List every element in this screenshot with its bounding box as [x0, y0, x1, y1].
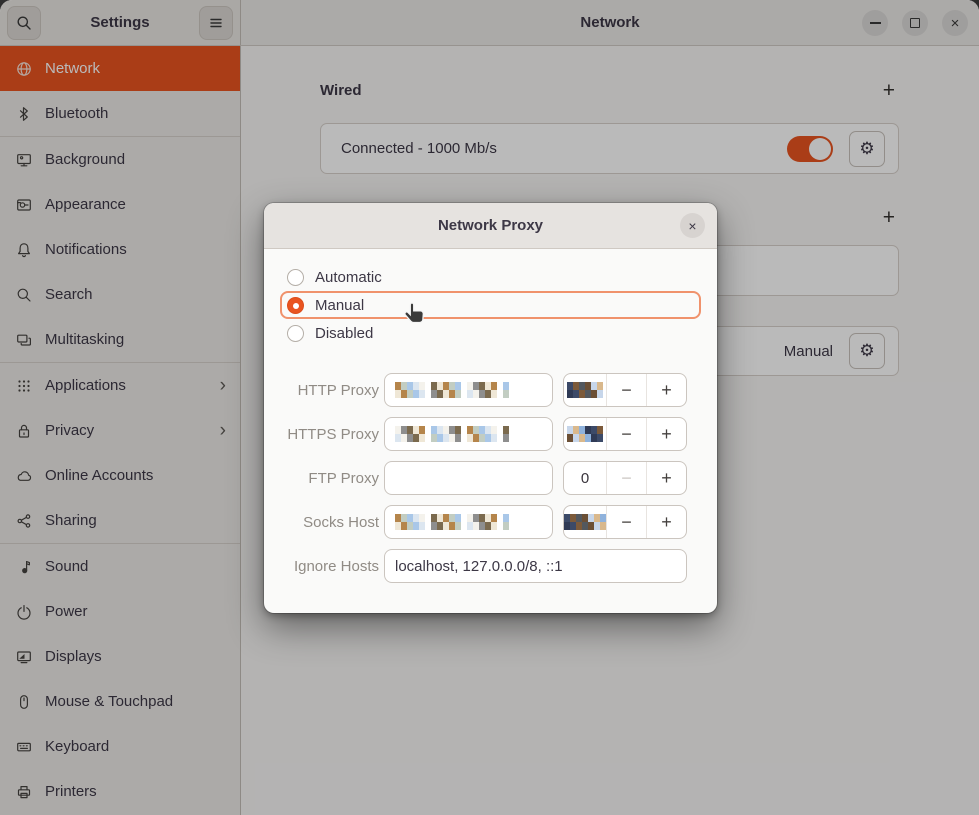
socks-host-input[interactable]: [384, 505, 553, 539]
dialog-body: Automatic Manual Disabled HTTP Proxy − +: [264, 249, 717, 613]
socks-host-row: Socks Host − +: [280, 505, 701, 539]
radio-automatic[interactable]: [287, 269, 304, 286]
radio-row-automatic[interactable]: Automatic: [280, 263, 701, 291]
settings-window: Settings Network × Network Bluetooth: [0, 0, 979, 815]
http-port-plus-button[interactable]: +: [646, 374, 686, 406]
close-icon: ×: [688, 218, 696, 234]
network-proxy-dialog: Network Proxy × Automatic Manual Disable…: [264, 203, 717, 613]
ignore-hosts-input[interactable]: localhost, 127.0.0.0/8, ::1: [384, 549, 687, 583]
ftp-port-minus-button[interactable]: −: [606, 462, 646, 494]
ignore-hosts-row: Ignore Hosts localhost, 127.0.0.0/8, ::1: [280, 549, 701, 583]
http-port-minus-button[interactable]: −: [606, 374, 646, 406]
https-proxy-row: HTTPS Proxy − +: [280, 417, 701, 451]
http-proxy-row: HTTP Proxy − +: [280, 373, 701, 407]
radio-label: Disabled: [315, 325, 373, 342]
redacted-value: [567, 382, 603, 398]
http-proxy-input[interactable]: [384, 373, 553, 407]
radio-row-manual[interactable]: Manual: [280, 291, 701, 319]
radio-label: Automatic: [315, 269, 382, 286]
ftp-port-value[interactable]: 0: [564, 462, 606, 494]
radio-row-disabled[interactable]: Disabled: [280, 319, 701, 347]
https-port-plus-button[interactable]: +: [646, 418, 686, 450]
https-proxy-input[interactable]: [384, 417, 553, 451]
redacted-value: [395, 382, 509, 398]
redacted-value: [567, 426, 603, 442]
https-port-spinner: − +: [563, 417, 687, 451]
socks-port-plus-button[interactable]: +: [646, 506, 686, 538]
https-port-value[interactable]: [564, 418, 606, 450]
redacted-value: [564, 514, 606, 530]
radio-label: Manual: [315, 297, 364, 314]
redacted-value: [395, 426, 509, 442]
socks-host-label: Socks Host: [280, 514, 379, 531]
socks-port-spinner: − +: [563, 505, 687, 539]
hand-cursor: [402, 300, 428, 330]
socks-port-value[interactable]: [564, 506, 606, 538]
radio-disabled[interactable]: [287, 325, 304, 342]
ignore-hosts-label: Ignore Hosts: [280, 558, 379, 575]
ftp-port-spinner: 0 − +: [563, 461, 687, 495]
ftp-proxy-label: FTP Proxy: [280, 470, 379, 487]
ftp-proxy-row: FTP Proxy 0 − +: [280, 461, 701, 495]
ftp-proxy-input[interactable]: [384, 461, 553, 495]
redacted-value: [395, 514, 509, 530]
http-port-value[interactable]: [564, 374, 606, 406]
dialog-header: Network Proxy ×: [264, 203, 717, 249]
dialog-title: Network Proxy: [438, 217, 543, 234]
https-proxy-label: HTTPS Proxy: [280, 426, 379, 443]
http-proxy-label: HTTP Proxy: [280, 382, 379, 399]
socks-port-minus-button[interactable]: −: [606, 506, 646, 538]
dialog-close-button[interactable]: ×: [680, 213, 705, 238]
ftp-port-plus-button[interactable]: +: [646, 462, 686, 494]
http-port-spinner: − +: [563, 373, 687, 407]
radio-manual[interactable]: [287, 297, 304, 314]
https-port-minus-button[interactable]: −: [606, 418, 646, 450]
